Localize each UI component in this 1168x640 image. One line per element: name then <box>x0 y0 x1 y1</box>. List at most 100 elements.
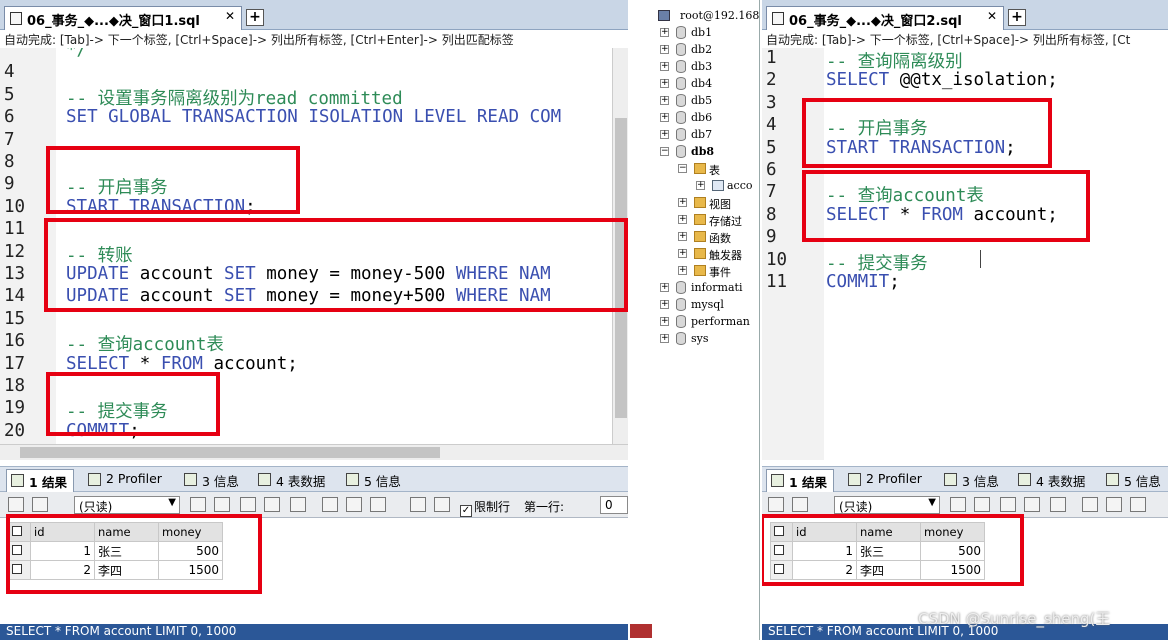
first-row-input[interactable]: 0 <box>600 496 628 514</box>
tab-info[interactable]: 3 信息 <box>184 471 239 492</box>
tab-profiler[interactable]: 2 Profiler <box>848 471 922 492</box>
expand-icon[interactable]: + <box>660 113 669 122</box>
editor-horizontal-scrollbar[interactable] <box>0 444 628 460</box>
expand-icon[interactable]: + <box>678 215 687 224</box>
tab-table-data[interactable]: 4 表数据 <box>1018 471 1085 492</box>
tab-info-2[interactable]: 5 信息 <box>346 471 401 492</box>
import-icon[interactable] <box>792 497 808 512</box>
collapse-icon[interactable]: − <box>660 147 669 156</box>
limit-checkbox[interactable]: ✓ 限制行 <box>460 498 510 517</box>
sql-editor[interactable]: */ 4 5 -- 设置事务隔离级别为read committed 6 SET GLOBA… <box>0 48 628 444</box>
text-view-icon[interactable] <box>1130 497 1146 512</box>
code-text: SET GLOBAL TRANSACTION ISOLATION LEVEL R… <box>66 107 562 128</box>
cell-name[interactable]: 李四 <box>856 560 921 580</box>
cell-money[interactable]: 1500 <box>158 560 223 580</box>
tab-profiler[interactable]: 2 Profiler <box>88 471 162 492</box>
editor-tab-window2[interactable]: 06_事务_◆...◆决_窗口2.sql ✕ <box>766 6 1004 30</box>
row-checkbox[interactable] <box>770 560 793 580</box>
expand-icon[interactable]: + <box>678 266 687 275</box>
table-row[interactable]: 1 张三 500 <box>770 541 985 561</box>
duplicate-row-icon[interactable] <box>214 497 230 512</box>
select-all-checkbox[interactable] <box>770 522 793 542</box>
refresh-icon[interactable] <box>434 497 450 512</box>
grid-view-icon[interactable] <box>1082 497 1098 512</box>
expand-icon[interactable]: + <box>696 181 705 190</box>
cell-name[interactable]: 张三 <box>856 541 921 561</box>
tab-info[interactable]: 3 信息 <box>944 471 999 492</box>
editor-tab-window1[interactable]: 06_事务_◆...◆决_窗口1.sql ✕ <box>4 6 242 30</box>
column-header-money[interactable]: money <box>920 522 985 542</box>
save-icon[interactable] <box>240 497 256 512</box>
editor-vertical-scrollbar[interactable] <box>612 48 628 444</box>
expand-icon[interactable]: + <box>660 96 669 105</box>
expand-icon[interactable]: + <box>660 334 669 343</box>
expand-icon[interactable]: + <box>678 232 687 241</box>
cell-name[interactable]: 李四 <box>94 560 159 580</box>
new-tab-button[interactable]: + <box>1008 9 1026 26</box>
add-row-icon[interactable] <box>190 497 206 512</box>
select-all-checkbox[interactable] <box>8 522 31 542</box>
tab-info-2[interactable]: 5 信息 <box>1106 471 1161 492</box>
cell-name[interactable]: 张三 <box>94 541 159 561</box>
cell-money[interactable]: 500 <box>158 541 223 561</box>
expand-icon[interactable]: + <box>660 317 669 326</box>
filter-icon[interactable] <box>410 497 426 512</box>
expand-icon[interactable]: + <box>660 28 669 37</box>
close-icon[interactable]: ✕ <box>225 9 235 23</box>
expand-icon[interactable]: + <box>660 130 669 139</box>
cancel-icon[interactable] <box>290 497 306 512</box>
cell-id[interactable]: 2 <box>30 560 95 580</box>
cell-money[interactable]: 1500 <box>920 560 985 580</box>
column-header-id[interactable]: id <box>30 522 95 542</box>
expand-icon[interactable]: + <box>660 283 669 292</box>
scroll-thumb[interactable] <box>615 118 627 418</box>
row-checkbox[interactable] <box>8 541 31 561</box>
cell-id[interactable]: 2 <box>792 560 857 580</box>
cancel-icon[interactable] <box>1050 497 1066 512</box>
import-icon[interactable] <box>32 497 48 512</box>
readonly-select[interactable]: (只读) ▼ <box>834 496 940 514</box>
cell-id[interactable]: 1 <box>792 541 857 561</box>
code-text: SELECT * FROM account; <box>66 353 298 374</box>
expand-icon[interactable]: + <box>678 198 687 207</box>
tab-result[interactable]: 1 结果 <box>766 469 835 493</box>
column-header-name[interactable]: name <box>94 522 159 542</box>
column-header-id[interactable]: id <box>792 522 857 542</box>
expand-icon[interactable]: + <box>678 249 687 258</box>
new-tab-button[interactable]: + <box>246 9 264 26</box>
expand-icon[interactable]: + <box>660 45 669 54</box>
collapse-icon[interactable]: − <box>678 164 687 173</box>
tab-table-data[interactable]: 4 表数据 <box>258 471 325 492</box>
text-view-icon[interactable] <box>370 497 386 512</box>
code-line: 4 -- 开启事务 <box>762 115 1168 139</box>
expand-icon[interactable]: + <box>660 79 669 88</box>
save-icon[interactable] <box>1000 497 1016 512</box>
row-checkbox[interactable] <box>770 541 793 561</box>
cell-id[interactable]: 1 <box>30 541 95 561</box>
table-row[interactable]: 1 张三 500 <box>8 541 223 561</box>
add-row-icon[interactable] <box>950 497 966 512</box>
code-line: 13 UPDATE account SET money = money-500 W… <box>0 264 628 286</box>
cell-money[interactable]: 500 <box>920 541 985 561</box>
grid-view-icon[interactable] <box>322 497 338 512</box>
form-view-icon[interactable] <box>1106 497 1122 512</box>
close-icon[interactable]: ✕ <box>987 9 997 23</box>
delete-icon[interactable] <box>1024 497 1040 512</box>
table-row[interactable]: 2 李四 1500 <box>8 560 223 580</box>
delete-icon[interactable] <box>264 497 280 512</box>
splitter[interactable] <box>628 0 654 640</box>
sql-editor[interactable]: 1 -- 查询隔离级别 2 SELECT @@tx_isolation; 3 4 -- 开启… <box>762 48 1168 460</box>
expand-icon[interactable]: + <box>660 300 669 309</box>
scroll-thumb[interactable] <box>20 447 440 458</box>
expand-icon[interactable]: + <box>660 62 669 71</box>
readonly-select[interactable]: (只读) ▼ <box>74 496 180 514</box>
export-icon[interactable] <box>768 497 784 512</box>
tab-result[interactable]: 1 结果 <box>6 469 75 493</box>
duplicate-row-icon[interactable] <box>974 497 990 512</box>
row-checkbox[interactable] <box>8 560 31 580</box>
form-view-icon[interactable] <box>346 497 362 512</box>
column-header-name[interactable]: name <box>856 522 921 542</box>
column-header-money[interactable]: money <box>158 522 223 542</box>
export-icon[interactable] <box>8 497 24 512</box>
table-row[interactable]: 2 李四 1500 <box>770 560 985 580</box>
